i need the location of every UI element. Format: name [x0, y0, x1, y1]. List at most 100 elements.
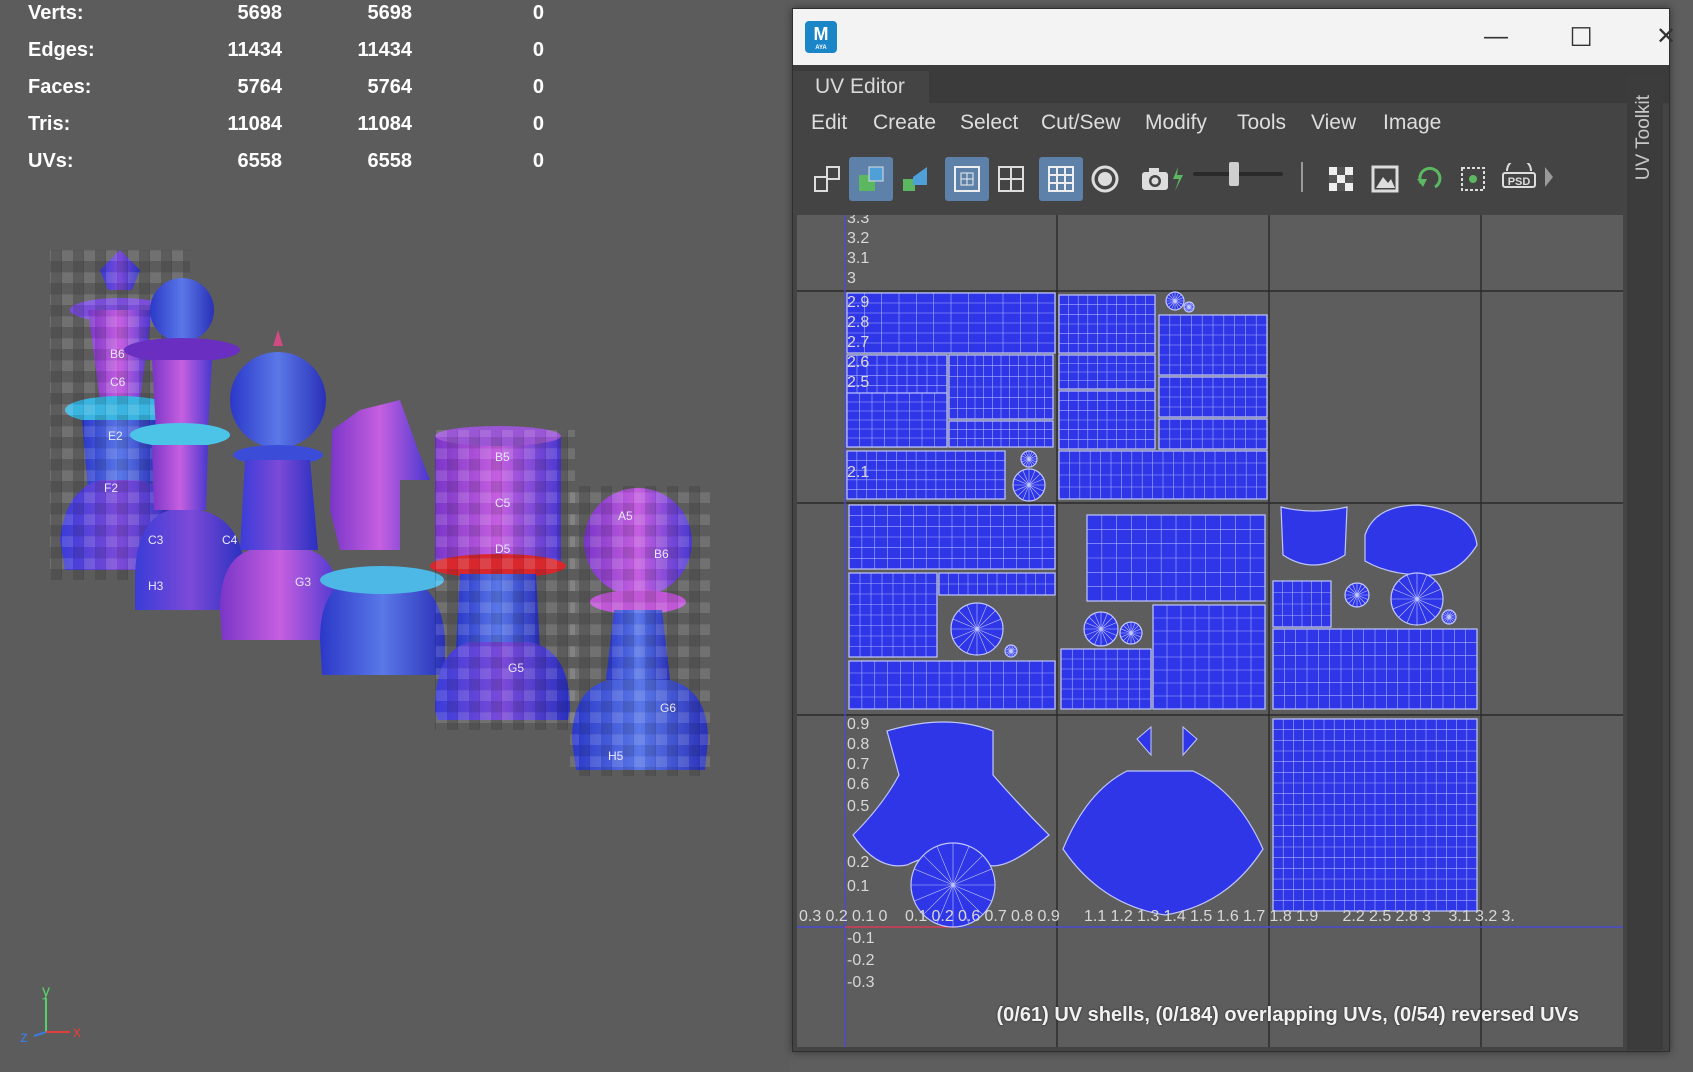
uv-shell-wire: [1345, 583, 1369, 607]
uv-axis-label: 2.1: [847, 464, 869, 481]
uv-shell: [1364, 504, 1478, 576]
checker-label: G6: [660, 701, 676, 715]
uv-layout-icon[interactable]: [849, 157, 893, 201]
uv-shell-wire: [1005, 645, 1017, 657]
checker-label: A5: [618, 509, 633, 523]
uv-axis-label: 0.6: [958, 908, 980, 925]
uv-axis-label: 2.7: [847, 334, 869, 351]
menu-edit[interactable]: Edit: [811, 111, 847, 135]
maximize-button[interactable]: ☐: [1558, 19, 1604, 55]
checker-label: C3: [148, 533, 164, 547]
uv-axis-label: 3: [1422, 908, 1431, 925]
minimize-button[interactable]: —: [1473, 19, 1519, 55]
uv-axis-label: 0.2: [932, 908, 954, 925]
bishop-piece: [220, 330, 340, 640]
checker-label: C5: [495, 496, 511, 510]
uv-axis-label: 0.2: [847, 854, 869, 871]
checker-icon[interactable]: [1319, 157, 1363, 201]
chess-pieces-model[interactable]: B6 C6 E2 F2 G3 C3 C4 H3 B5 C5 D5 G5 A5 B6 G6 H5: [40, 250, 740, 810]
uv-axis-label: 1.6: [1217, 908, 1239, 925]
uv-axis-label: 0.7: [847, 756, 869, 773]
uv-axis-label: 3.3: [847, 215, 869, 227]
uv-axis-label: 3.2: [1475, 908, 1497, 925]
axis-z-label: z: [20, 1029, 28, 1046]
checker-label: F2: [104, 481, 118, 495]
axis-x-label: x: [73, 1024, 81, 1041]
uv-axis-label: 2.6: [847, 354, 869, 371]
uv-shell-icon[interactable]: [805, 157, 849, 201]
uv-layout[interactable]: 3.33.23.132.92.82.72.62.52.10.90.80.70.6…: [797, 215, 1623, 1047]
uv-shell-wire: [1120, 622, 1142, 644]
uv-axis-label: -0.1: [847, 930, 875, 947]
hud-c1: 11084: [227, 113, 282, 135]
uv-axis-label: 3.1: [1449, 908, 1471, 925]
toolbar-divider: [1301, 162, 1303, 192]
rotate-icon[interactable]: [1407, 157, 1451, 201]
hud-c1: 11434: [227, 39, 282, 61]
app-icon-sub: AYA: [815, 45, 827, 51]
menu-tools[interactable]: Tools: [1237, 111, 1286, 135]
exposure-icon[interactable]: [1165, 157, 1185, 201]
uv-axis-label: 0.8: [1011, 908, 1033, 925]
uv-axis-label: 3.: [1502, 908, 1515, 925]
grid-icon[interactable]: [989, 157, 1033, 201]
uv-toolkit-panel[interactable]: UV Toolkit: [1627, 75, 1663, 1050]
viewport-3d[interactable]: Verts: 5698 5698 0 Edges: 11434 11434 0 Faces: 57…: [0, 0, 790, 1072]
uv-axis-label: 1.9: [1296, 908, 1318, 925]
hud-label: Faces:: [28, 76, 92, 98]
rook-piece: [430, 426, 575, 730]
uv-canvas[interactable]: 3.3 3.2 3.1 3 2.9 2.8 2.7 2.6 2.5 2.1 0.9 0.8 0.7 0.6…: [797, 215, 1623, 1047]
uv-axis-label: 2.5: [847, 374, 869, 391]
menu-modify[interactable]: Modify: [1145, 111, 1207, 135]
uv-status-text: (0/61) UV shells, (0/184) overlapping UV…: [996, 1004, 1579, 1026]
hud-c1: 5698: [237, 2, 283, 24]
grid-toggle-icon[interactable]: [945, 157, 989, 201]
hud-c1: 5764: [237, 76, 283, 98]
title-bar[interactable]: M AYA — ☐ ✕: [793, 9, 1676, 65]
uv-axis-label: -0.3: [847, 974, 875, 991]
uv-toolbar: PSD: [793, 149, 1613, 209]
checker-label: E2: [108, 429, 123, 443]
uv-shell-wire: [951, 603, 1003, 655]
hud-c1: 6558: [237, 150, 283, 172]
menu-bar: Edit Create Select Cut/Sew Modify Tools …: [793, 103, 1613, 147]
menu-create[interactable]: Create: [873, 111, 936, 135]
uv-axis-label: 2.9: [847, 294, 869, 311]
hud-label: Verts:: [28, 2, 84, 24]
uv-shell-wire: [1273, 719, 1477, 911]
menu-cut-sew[interactable]: Cut/Sew: [1041, 111, 1120, 135]
uv-axis-label: 3.2: [847, 230, 869, 247]
uv-shell-base: [1062, 770, 1264, 916]
psd-icon[interactable]: PSD: [1495, 157, 1539, 201]
uv-axis-label: 0.9: [847, 716, 869, 733]
uv-shell: [1280, 506, 1348, 566]
pixel-snap-icon[interactable]: [1451, 157, 1495, 201]
uv-toolkit-label[interactable]: UV Toolkit: [1633, 95, 1655, 180]
hud-label: Tris:: [28, 113, 71, 135]
toolbar-overflow-arrow-icon[interactable]: [1545, 167, 1553, 187]
uv-axis-label: 2.8: [847, 314, 869, 331]
uv-editor-window: M AYA — ☐ ✕ UV Editor Edit Create Select…: [792, 8, 1676, 1052]
exposure-slider-handle[interactable]: [1229, 162, 1239, 186]
checker-label: D5: [495, 542, 511, 556]
uv-shell-wire: [1166, 292, 1184, 310]
uv-axis-label: 0.9: [1038, 908, 1060, 925]
uv-axis-label: 1.5: [1190, 908, 1212, 925]
hud-c2: 11434: [357, 39, 412, 61]
hud-c2: 6558: [367, 150, 413, 172]
shaded-icon[interactable]: [893, 157, 937, 201]
close-button[interactable]: ✕: [1643, 19, 1689, 55]
checker-grid-icon[interactable]: [1039, 157, 1083, 201]
menu-image[interactable]: Image: [1383, 111, 1441, 135]
uv-shell-small: [1136, 725, 1198, 757]
tab-uv-editor[interactable]: UV Editor: [793, 71, 929, 103]
isolate-icon[interactable]: [1083, 157, 1127, 201]
uv-axis-label: 0.1: [852, 908, 874, 925]
menu-select[interactable]: Select: [960, 111, 1018, 135]
image-icon[interactable]: [1363, 157, 1407, 201]
hud-c2: 11084: [357, 113, 412, 135]
uv-axis-label: 2.5: [1369, 908, 1391, 925]
hud-c3: 0: [532, 76, 544, 98]
menu-view[interactable]: View: [1311, 111, 1356, 135]
maya-app-icon: M AYA: [805, 21, 837, 53]
